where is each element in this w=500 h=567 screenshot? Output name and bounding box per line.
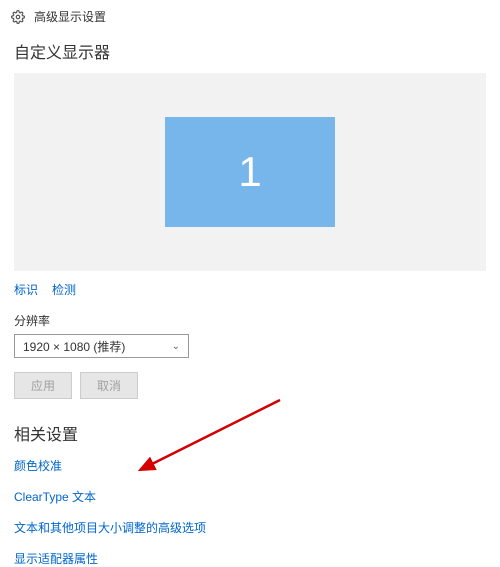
cancel-button[interactable]: 取消 [80, 372, 138, 399]
monitor-links-row: 标识 检测 [14, 281, 486, 298]
scaling-advanced-link[interactable]: 文本和其他项目大小调整的高级选项 [14, 519, 486, 536]
resolution-select[interactable]: 1920 × 1080 (推荐) ⌄ [14, 334, 189, 358]
window-title: 高级显示设置 [34, 8, 106, 25]
monitor-preview-area: 1 [14, 73, 486, 271]
display-adapter-link[interactable]: 显示适配器属性 [14, 550, 486, 567]
window-header: 高级显示设置 [0, 0, 500, 33]
monitor-number: 1 [238, 148, 261, 196]
customize-display-heading: 自定义显示器 [14, 39, 486, 63]
resolution-label: 分辨率 [14, 312, 486, 329]
apply-button[interactable]: 应用 [14, 372, 72, 399]
resolution-value: 1920 × 1080 (推荐) [23, 338, 125, 355]
detect-link[interactable]: 检测 [52, 281, 76, 298]
monitor-tile-1[interactable]: 1 [165, 117, 335, 227]
action-buttons-row: 应用 取消 [14, 372, 486, 399]
related-settings-heading: 相关设置 [14, 421, 486, 445]
chevron-down-icon: ⌄ [172, 341, 180, 352]
cleartype-text-link[interactable]: ClearType 文本 [14, 488, 486, 505]
gear-icon [10, 9, 26, 25]
identify-link[interactable]: 标识 [14, 281, 38, 298]
color-calibration-link[interactable]: 颜色校准 [14, 457, 486, 474]
